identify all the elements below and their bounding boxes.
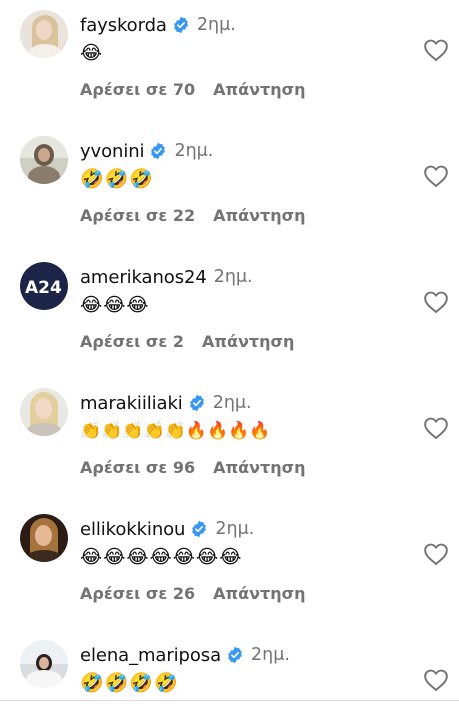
heart-icon[interactable]	[423, 290, 449, 314]
comment-time: 2ημ.	[213, 267, 253, 287]
avatar[interactable]	[20, 136, 68, 184]
comment-header: elena_mariposa 2ημ.	[80, 642, 290, 668]
comment-text: 😂😂😂😂😂😂😂	[80, 546, 243, 568]
username[interactable]: yvonini	[80, 141, 145, 162]
heart-icon[interactable]	[423, 416, 449, 440]
divider	[0, 700, 459, 701]
reply-button[interactable]: Απάντηση	[213, 458, 305, 477]
comment-item: elena_mariposa 2ημ. 🤣🤣🤣🤣	[0, 630, 459, 700]
avatar[interactable]	[20, 640, 68, 688]
comment-text: 😂😂😂	[80, 294, 150, 316]
heart-icon[interactable]	[423, 38, 449, 62]
heart-icon[interactable]	[423, 164, 449, 188]
reply-button[interactable]: Απάντηση	[213, 80, 305, 99]
verified-badge-icon	[151, 142, 166, 160]
verified-badge-icon	[173, 16, 188, 34]
username[interactable]: elena_mariposa	[80, 645, 221, 666]
comment-text: 👏👏👏👏👏🔥🔥🔥🔥	[80, 421, 271, 441]
comment-header: yvonini 2ημ.	[80, 138, 213, 164]
username[interactable]: marakiiliaki	[80, 393, 183, 414]
comment-time: 2ημ.	[212, 393, 252, 413]
likes-count-link[interactable]: Αρέσει σε 22	[80, 206, 195, 225]
verified-badge-icon	[189, 394, 204, 412]
comment-actions: Αρέσει σε 26 Απάντηση	[80, 584, 306, 603]
comment-item: fayskorda 2ημ. 😂 Αρέσει σε 70 Απάντηση	[0, 0, 459, 126]
avatar-text: A24	[25, 278, 62, 298]
likes-count-link[interactable]: Αρέσει σε 2	[80, 332, 184, 351]
likes-count-link[interactable]: Αρέσει σε 70	[80, 80, 195, 99]
comment-actions: Αρέσει σε 2 Απάντηση	[80, 332, 294, 351]
username[interactable]: ellikokkinou	[80, 519, 185, 540]
reply-button[interactable]: Απάντηση	[213, 584, 305, 603]
a24-logo: A24	[25, 278, 62, 298]
avatar[interactable]	[20, 514, 68, 562]
avatar[interactable]	[20, 388, 68, 436]
likes-count-link[interactable]: Αρέσει σε 96	[80, 458, 195, 477]
comment-actions: Αρέσει σε 96 Απάντηση	[80, 458, 306, 477]
comment-header: fayskorda 2ημ.	[80, 12, 236, 38]
comment-time: 2ημ.	[196, 15, 236, 35]
avatar[interactable]	[20, 10, 68, 58]
comment-header: amerikanos24 2ημ.	[80, 264, 253, 290]
comment-time: 2ημ.	[215, 519, 255, 539]
verified-badge-icon	[228, 646, 242, 664]
comment-text: 🤣🤣🤣	[80, 168, 154, 190]
heart-icon[interactable]	[423, 668, 449, 692]
reply-button[interactable]: Απάντηση	[213, 206, 305, 225]
comment-text: 🤣🤣🤣🤣	[80, 672, 179, 694]
verified-badge-icon	[192, 520, 207, 538]
comment-item: ellikokkinou 2ημ. 😂😂😂😂😂😂😂 Αρέσει σε 26 Α…	[0, 504, 459, 630]
comment-time: 2ημ.	[251, 645, 290, 665]
comment-item: yvonini 2ημ. 🤣🤣🤣 Αρέσει σε 22 Απάντηση	[0, 126, 459, 252]
comment-text: 😂	[80, 42, 104, 64]
comment-time: 2ημ.	[174, 141, 214, 161]
heart-icon[interactable]	[423, 542, 449, 566]
avatar[interactable]: A24	[20, 262, 68, 310]
likes-count-link[interactable]: Αρέσει σε 26	[80, 584, 195, 603]
username[interactable]: fayskorda	[80, 15, 167, 36]
comment-actions: Αρέσει σε 70 Απάντηση	[80, 80, 306, 99]
comment-header: marakiiliaki 2ημ.	[80, 390, 252, 416]
comment-item: marakiiliaki 2ημ. 👏👏👏👏👏🔥🔥🔥🔥 Αρέσει σε 96…	[0, 378, 459, 504]
comment-header: ellikokkinou 2ημ.	[80, 516, 254, 542]
comment-actions: Αρέσει σε 22 Απάντηση	[80, 206, 306, 225]
username[interactable]: amerikanos24	[80, 267, 207, 288]
comment-item: A24 amerikanos24 2ημ. 😂😂😂 Αρέσει σε 2 Απ…	[0, 252, 459, 378]
reply-button[interactable]: Απάντηση	[202, 332, 294, 351]
